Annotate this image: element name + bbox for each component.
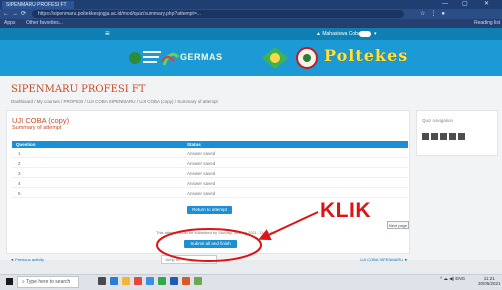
bookmark-other[interactable]: Other favorites... (26, 19, 63, 28)
quiz-nav-button[interactable] (458, 133, 465, 140)
edge-browser-icon[interactable] (110, 277, 118, 285)
url-field[interactable]: https://sipenmaru.poltekkesjogja.ac.id/m… (32, 10, 404, 18)
klik-annotation-label: KLIK (320, 199, 371, 222)
quiz-nav-button[interactable] (422, 133, 429, 140)
summary-heading: Summary of attempt (12, 125, 62, 131)
quiz-nav-button[interactable] (440, 133, 447, 140)
question-status: Answer saved (187, 161, 216, 166)
hamburger-menu-icon[interactable]: ≡ (105, 29, 110, 39)
chevron-down-icon[interactable]: ▾ (374, 29, 377, 39)
next-activity-link[interactable]: UJI COBA SIPENMARU ► (360, 257, 408, 262)
site-banner (0, 40, 502, 76)
bookmarks-bar (0, 19, 502, 28)
quiz-nav-button[interactable] (431, 133, 438, 140)
quiz-nav-button[interactable] (449, 133, 456, 140)
back-icon[interactable]: ← (3, 11, 12, 17)
submit-all-and-finish-button[interactable]: Submit all and finish (184, 240, 237, 248)
column-header-status: Status (187, 142, 201, 147)
poltekes-wordmark: Poltekes (324, 46, 409, 65)
app-icon[interactable] (194, 277, 202, 285)
question-number[interactable]: 5 (18, 191, 21, 196)
word-icon[interactable] (170, 277, 178, 285)
submission-deadline-text: This attempt must be submitted by Sunday… (156, 230, 277, 235)
quiz-title: UJI COBA (copy) (12, 116, 70, 125)
previous-activity-link[interactable]: ◄ Previous activity (10, 257, 44, 262)
screenshot-root: SIPENMARU PROFESI FT — ▢ ✕ ←→⟳ https://s… (0, 0, 502, 290)
question-number[interactable]: 2 (18, 161, 21, 166)
question-number[interactable]: 1 (18, 151, 21, 156)
browser-extension-icons[interactable]: ☆⋮● (420, 9, 450, 19)
question-number[interactable]: 4 (18, 181, 21, 186)
taskbar-clock[interactable]: 11:21 30/05/2021 (478, 276, 501, 286)
bookmark-apps[interactable]: Apps (4, 19, 15, 28)
question-status: Answer saved (187, 151, 216, 156)
task-view-icon[interactable] (98, 277, 106, 285)
maximize-icon[interactable]: ▢ (462, 0, 468, 9)
germas-wordmark: GERMAS (180, 52, 223, 62)
poltekkes-seal-logo (296, 47, 318, 69)
reload-icon[interactable]: ⟳ (21, 11, 29, 17)
jump-to-select[interactable]: Jump to... (161, 255, 217, 264)
browser-tab-bar (0, 0, 502, 9)
store-icon[interactable] (146, 277, 154, 285)
close-icon[interactable]: ✕ (484, 0, 489, 9)
breadcrumb[interactable]: Dashboard / My courses / PROFESI / UJI C… (11, 99, 218, 104)
browser-nav-buttons[interactable]: ←→⟳ (3, 9, 29, 19)
page-title: SIPENMARU PROFESI FT (11, 84, 146, 95)
question-status: Answer saved (187, 191, 216, 196)
excel-icon[interactable] (158, 277, 166, 285)
taskbar-search-input[interactable]: ⌕ Type here to search (17, 276, 79, 288)
summary-table-header (12, 141, 408, 148)
minimize-icon[interactable]: — (442, 0, 448, 9)
reading-list[interactable]: Reading list (474, 19, 500, 28)
user-avatar-toggle[interactable] (359, 31, 371, 37)
question-status: Answer saved (187, 181, 216, 186)
quiz-navigation-title: Quiz navigation (422, 118, 454, 123)
forward-icon[interactable]: → (12, 11, 21, 17)
emblem-logo (262, 47, 288, 69)
powerpoint-icon[interactable] (182, 277, 190, 285)
next-page-button[interactable]: Next page (387, 221, 409, 229)
profile-icon[interactable]: ● (441, 11, 450, 17)
site-navbar (0, 28, 502, 40)
tray-icons[interactable]: ^ ☁ ◀) ENG (440, 276, 465, 281)
return-to-attempt-button[interactable]: Return to attempt (187, 206, 232, 214)
windows-start-icon[interactable] (6, 278, 13, 285)
favorite-star-icon[interactable]: ☆ (420, 11, 430, 17)
menu-kebab-icon[interactable]: ⋮ (430, 11, 441, 17)
question-status: Answer saved (187, 171, 216, 176)
column-header-question: Question (16, 142, 36, 147)
question-number[interactable]: 3 (18, 171, 21, 176)
file-explorer-icon[interactable] (122, 277, 130, 285)
kemenkes-logo (128, 45, 162, 71)
user-menu[interactable]: ▲ Mahasiswa Coba (316, 29, 361, 39)
system-tray[interactable]: ^ ☁ ◀) ENG (440, 276, 465, 282)
browser-tab[interactable]: SIPENMARU PROFESI FT (2, 1, 74, 9)
clock-date: 30/05/2021 (478, 281, 501, 286)
chrome-icon[interactable] (134, 277, 142, 285)
